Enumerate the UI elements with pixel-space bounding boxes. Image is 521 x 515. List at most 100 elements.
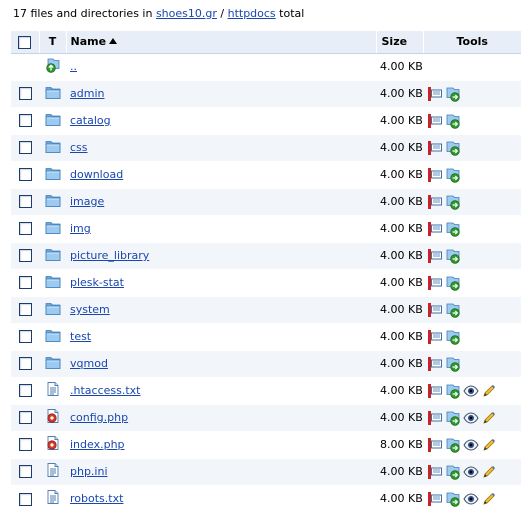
permissions-icon[interactable] xyxy=(427,383,443,399)
permissions-icon[interactable] xyxy=(427,194,443,210)
table-row: .htaccess.txt 4.00 KB xyxy=(11,376,521,404)
row-checkbox[interactable] xyxy=(18,438,32,452)
file-name-link[interactable]: picture_library xyxy=(70,249,149,262)
rename-icon[interactable] xyxy=(445,383,461,399)
type-cell xyxy=(39,457,66,485)
permissions-icon[interactable] xyxy=(427,167,443,183)
rename-icon[interactable] xyxy=(445,221,461,237)
rename-icon[interactable] xyxy=(445,275,461,291)
file-name-link[interactable]: .. xyxy=(70,60,77,73)
table-row: index.php 8.00 KB xyxy=(11,430,521,458)
row-checkbox-cell xyxy=(11,322,39,350)
view-icon[interactable] xyxy=(463,383,479,399)
rename-icon[interactable] xyxy=(445,464,461,480)
edit-icon[interactable] xyxy=(481,464,497,480)
permissions-icon[interactable] xyxy=(427,248,443,264)
file-name-link[interactable]: php.ini xyxy=(70,465,108,478)
row-checkbox-cell xyxy=(11,187,39,215)
permissions-icon[interactable] xyxy=(427,86,443,102)
file-name-link[interactable]: test xyxy=(70,330,91,343)
tools-cell xyxy=(423,295,521,323)
view-icon[interactable] xyxy=(463,491,479,507)
file-name-link[interactable]: admin xyxy=(70,87,104,100)
row-checkbox[interactable] xyxy=(18,114,32,128)
edit-icon[interactable] xyxy=(481,491,497,507)
name-cell: system xyxy=(66,295,376,323)
row-checkbox[interactable] xyxy=(18,411,32,425)
permissions-icon[interactable] xyxy=(427,356,443,372)
view-icon[interactable] xyxy=(463,464,479,480)
row-checkbox[interactable] xyxy=(18,330,32,344)
select-all-checkbox[interactable] xyxy=(18,35,32,49)
rename-icon[interactable] xyxy=(445,356,461,372)
file-name-link[interactable]: robots.txt xyxy=(70,492,123,505)
row-checkbox[interactable] xyxy=(18,357,32,371)
rename-icon[interactable] xyxy=(445,248,461,264)
name-cell: robots.txt xyxy=(66,484,376,512)
permissions-icon[interactable] xyxy=(427,140,443,156)
row-checkbox[interactable] xyxy=(18,492,32,506)
file-name-link[interactable]: plesk-stat xyxy=(70,276,124,289)
path-link-httpdocs[interactable]: httpdocs xyxy=(228,7,276,20)
row-checkbox[interactable] xyxy=(18,303,32,317)
permissions-icon[interactable] xyxy=(427,410,443,426)
rename-icon[interactable] xyxy=(445,194,461,210)
row-checkbox[interactable] xyxy=(18,222,32,236)
rename-icon[interactable] xyxy=(445,302,461,318)
tools-cell xyxy=(423,403,521,431)
row-checkbox-cell xyxy=(11,214,39,242)
row-checkbox[interactable] xyxy=(18,87,32,101)
file-name-link[interactable]: vqmod xyxy=(70,357,108,370)
permissions-icon[interactable] xyxy=(427,302,443,318)
permissions-icon[interactable] xyxy=(427,464,443,480)
file-name-link[interactable]: config.php xyxy=(70,411,128,424)
rename-icon[interactable] xyxy=(445,491,461,507)
permissions-icon[interactable] xyxy=(427,329,443,345)
rename-icon[interactable] xyxy=(445,167,461,183)
permissions-icon[interactable] xyxy=(427,221,443,237)
file-name-link[interactable]: index.php xyxy=(70,438,125,451)
file-name-link[interactable]: system xyxy=(70,303,110,316)
permissions-icon[interactable] xyxy=(427,275,443,291)
rename-icon[interactable] xyxy=(445,140,461,156)
row-checkbox[interactable] xyxy=(18,465,32,479)
permissions-icon[interactable] xyxy=(427,491,443,507)
path-link-domain[interactable]: shoes10.gr xyxy=(156,7,217,20)
edit-icon[interactable] xyxy=(481,437,497,453)
rename-icon[interactable] xyxy=(445,113,461,129)
file-size: 4.00 KB xyxy=(380,168,423,181)
table-row: system 4.00 KB xyxy=(11,295,521,323)
permissions-icon[interactable] xyxy=(427,437,443,453)
name-cell: download xyxy=(66,160,376,188)
column-header-size[interactable]: Size xyxy=(375,31,423,54)
rename-icon[interactable] xyxy=(445,410,461,426)
file-name-link[interactable]: img xyxy=(70,222,91,235)
column-header-name[interactable]: Name xyxy=(65,31,376,54)
rename-icon[interactable] xyxy=(445,86,461,102)
row-checkbox[interactable] xyxy=(18,195,32,209)
size-cell: 4.00 KB xyxy=(376,52,423,80)
row-checkbox[interactable] xyxy=(18,141,32,155)
view-icon[interactable] xyxy=(463,437,479,453)
row-checkbox[interactable] xyxy=(18,384,32,398)
type-cell xyxy=(39,322,66,350)
row-checkbox[interactable] xyxy=(18,249,32,263)
file-name-link[interactable]: .htaccess.txt xyxy=(70,384,140,397)
view-icon[interactable] xyxy=(463,410,479,426)
file-name-link[interactable]: image xyxy=(70,195,104,208)
file-name-link[interactable]: css xyxy=(70,141,88,154)
edit-icon[interactable] xyxy=(481,410,497,426)
row-checkbox-cell xyxy=(11,160,39,188)
permissions-icon[interactable] xyxy=(427,113,443,129)
column-header-type[interactable]: T xyxy=(38,31,66,54)
up-directory-icon[interactable] xyxy=(45,57,61,76)
edit-icon[interactable] xyxy=(481,383,497,399)
row-checkbox[interactable] xyxy=(18,276,32,290)
rename-icon[interactable] xyxy=(445,437,461,453)
name-cell: img xyxy=(66,214,376,242)
rename-icon[interactable] xyxy=(445,329,461,345)
file-name-link[interactable]: catalog xyxy=(70,114,111,127)
row-checkbox[interactable] xyxy=(18,168,32,182)
name-cell: plesk-stat xyxy=(66,268,376,296)
file-name-link[interactable]: download xyxy=(70,168,123,181)
